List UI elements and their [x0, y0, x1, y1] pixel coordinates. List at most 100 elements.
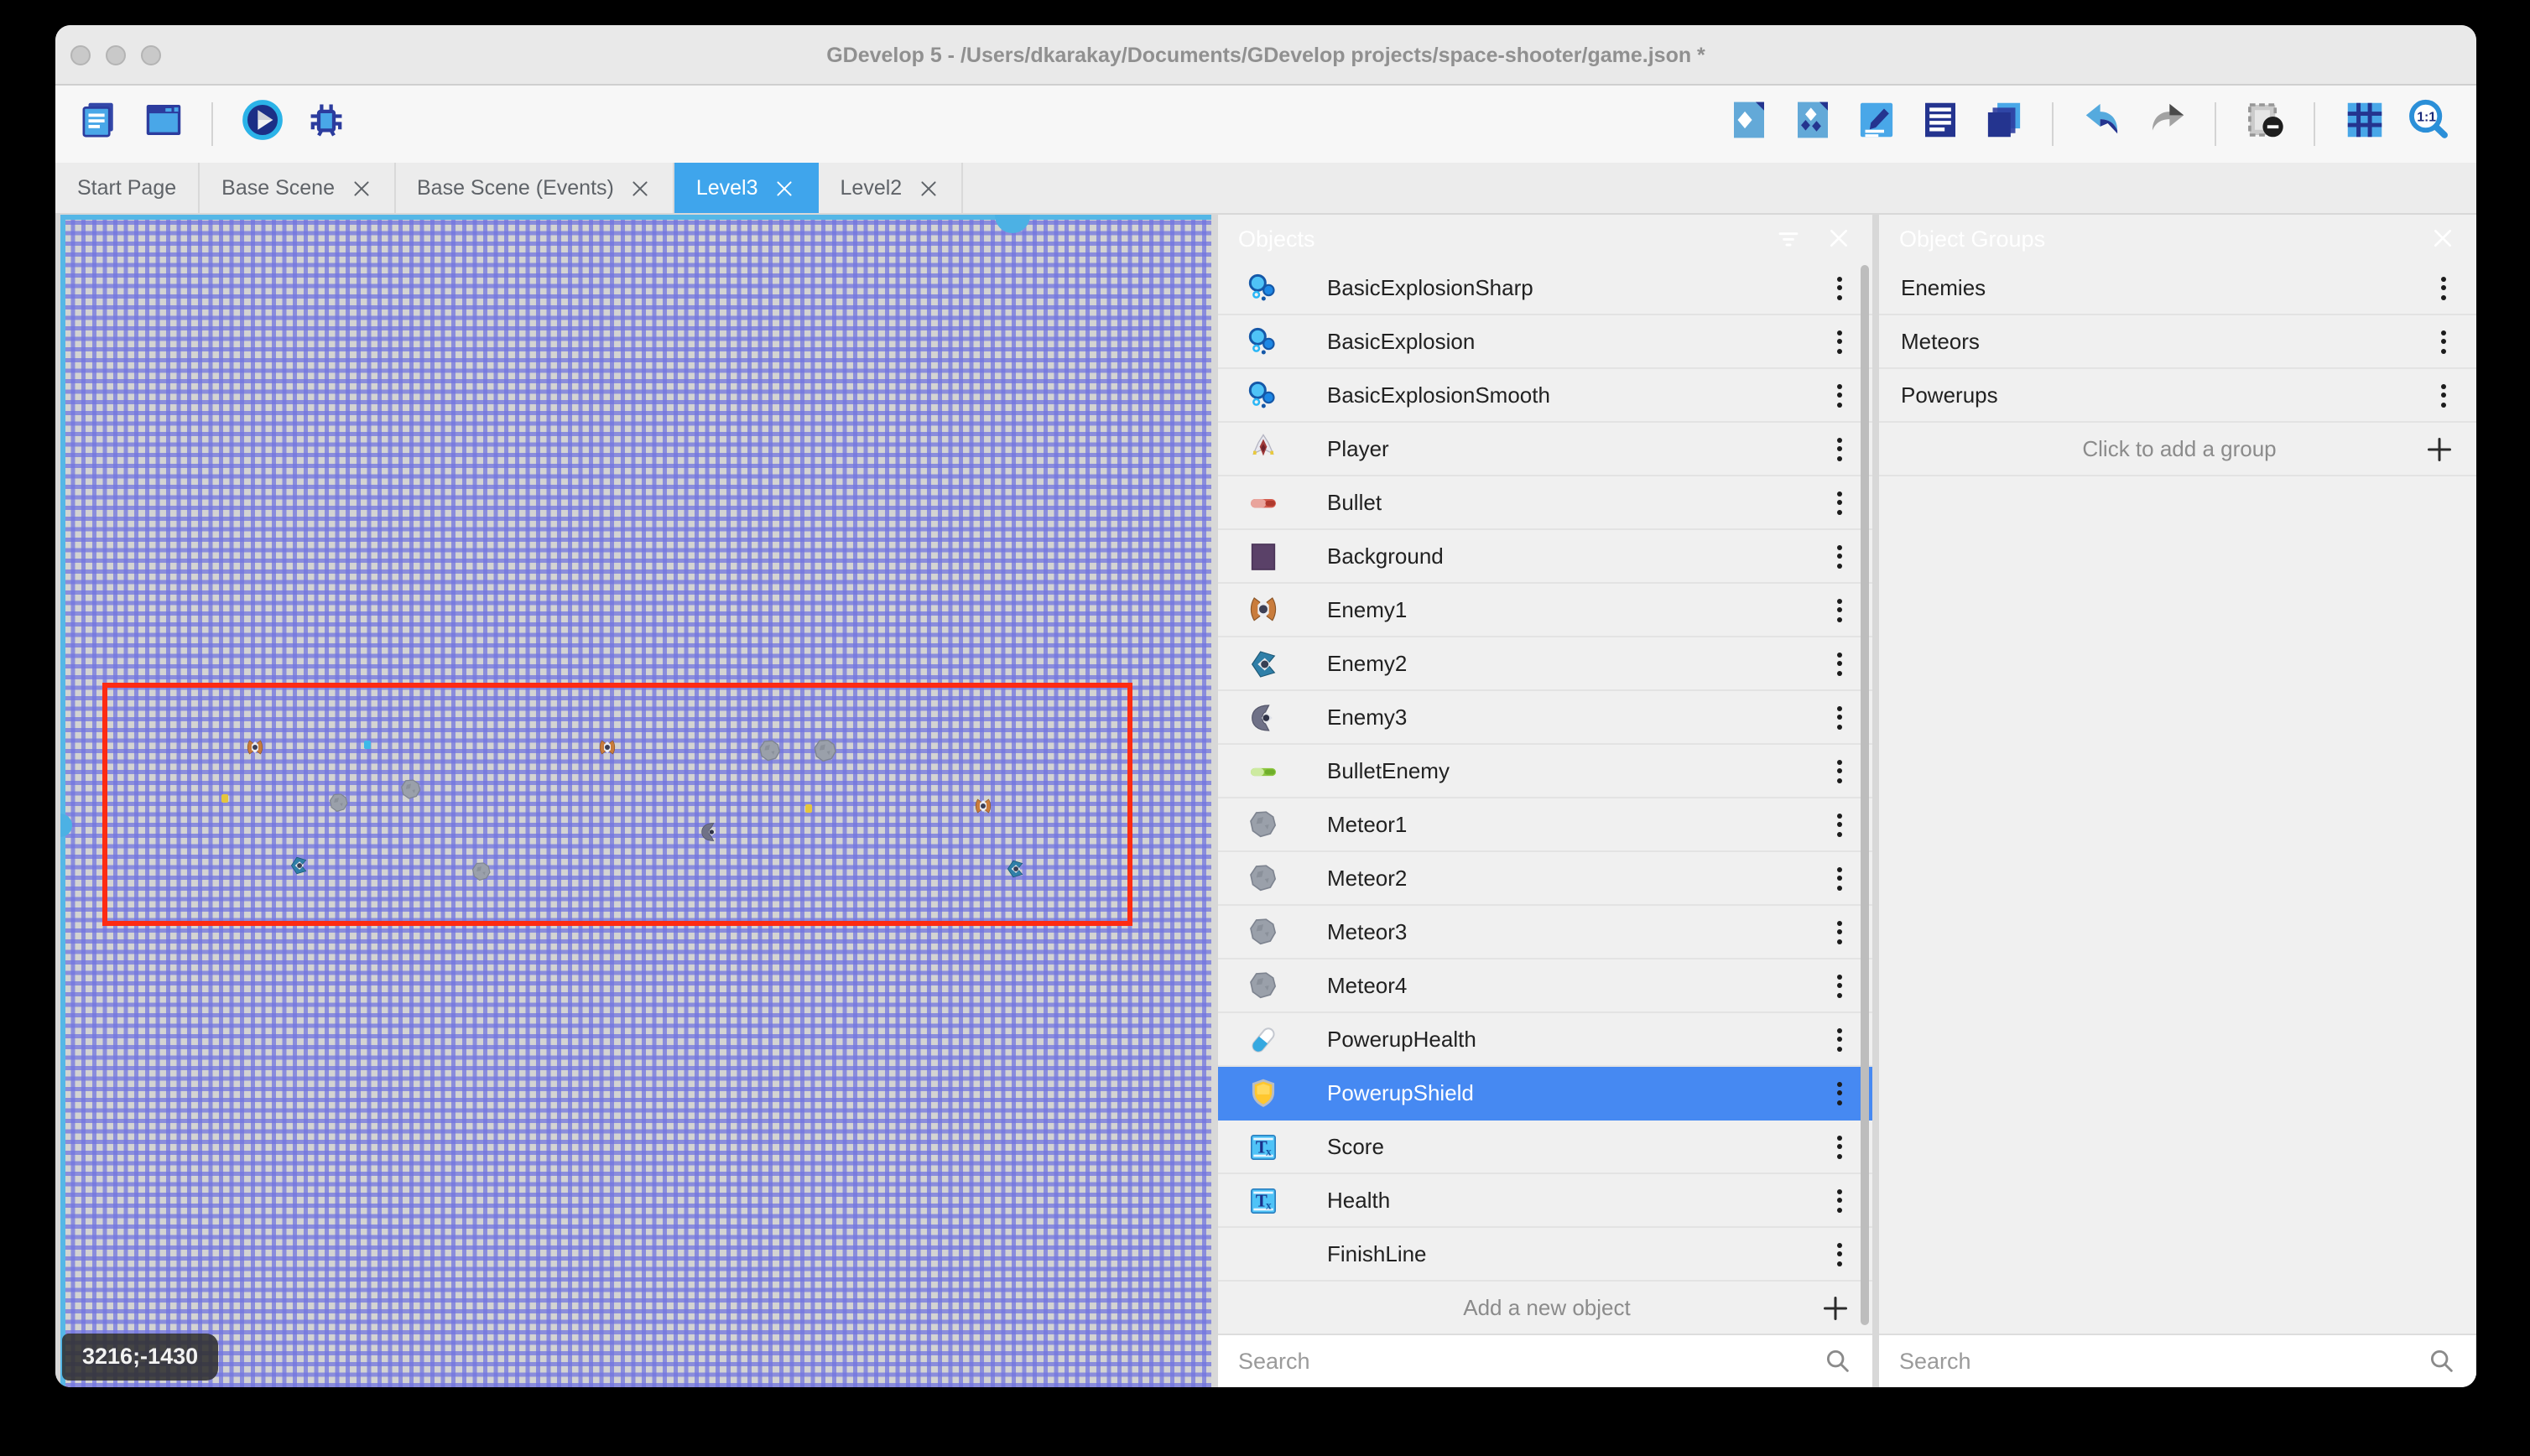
tab-bar: Start PageBase SceneBase Scene (Events)L… — [55, 163, 2476, 213]
object-row[interactable]: BasicExplosionSmooth — [1218, 369, 1872, 423]
tab-base-scene-events-[interactable]: Base Scene (Events) — [395, 163, 674, 213]
meteor-instance[interactable] — [755, 738, 785, 765]
vertical-scrollbar[interactable] — [60, 215, 65, 1387]
object-row[interactable]: BasicExplosionSharp — [1218, 262, 1872, 315]
tab-level2[interactable]: Level2 — [819, 163, 963, 213]
object-row[interactable]: TxHealth — [1218, 1174, 1872, 1228]
object-menu-button[interactable] — [1824, 373, 1856, 417]
objects-panel: Objects BasicExplosionSharpBasicExplosio… — [1218, 215, 1872, 1387]
group-row[interactable]: Enemies — [1879, 262, 2476, 315]
group-menu-button[interactable] — [2428, 266, 2460, 309]
window-mask-button[interactable] — [2240, 99, 2290, 149]
meteor-instance[interactable] — [810, 737, 841, 766]
close-icon[interactable] — [1825, 225, 1852, 252]
dot-yellow-instance[interactable] — [221, 794, 228, 803]
debug-button[interactable] — [300, 99, 351, 149]
redo-button[interactable] — [2141, 99, 2191, 149]
object-row[interactable]: TxScore — [1218, 1121, 1872, 1174]
object-groups-editor-icon — [1789, 97, 1835, 151]
tab-base-scene[interactable]: Base Scene — [200, 163, 395, 213]
group-menu-button[interactable] — [2428, 320, 2460, 363]
object-menu-button[interactable] — [1824, 1017, 1856, 1061]
vertical-scroll-thumb[interactable] — [60, 814, 72, 837]
layers-editor-button[interactable] — [1978, 99, 2028, 149]
objects-list-scrollbar[interactable] — [1861, 265, 1869, 1325]
object-menu-button[interactable] — [1824, 642, 1856, 685]
properties-button[interactable] — [1851, 99, 1901, 149]
object-row[interactable]: Bullet — [1218, 476, 1872, 530]
object-menu-button[interactable] — [1824, 481, 1856, 524]
meteor-instance[interactable] — [325, 792, 352, 815]
enemy3-instance[interactable] — [698, 820, 721, 844]
object-menu-button[interactable] — [1824, 749, 1856, 793]
object-menu-button[interactable] — [1824, 910, 1856, 954]
object-row[interactable]: Meteor4 — [1218, 959, 1872, 1013]
enemy2-instance[interactable] — [1004, 855, 1026, 882]
close-icon[interactable] — [629, 177, 651, 199]
meteor-instance[interactable] — [467, 861, 496, 884]
object-row[interactable]: Enemy2 — [1218, 637, 1872, 691]
zoom-1-1-button[interactable]: 1:1 — [2402, 99, 2453, 149]
close-icon[interactable] — [773, 177, 795, 199]
undo-button[interactable] — [2077, 99, 2127, 149]
object-row[interactable]: Player — [1218, 423, 1872, 476]
object-menu-button[interactable] — [1824, 266, 1856, 309]
object-menu-button[interactable] — [1824, 1125, 1856, 1168]
object-row[interactable]: Meteor2 — [1218, 852, 1872, 906]
object-row[interactable]: Meteor3 — [1218, 906, 1872, 959]
horizontal-scroll-thumb[interactable] — [995, 215, 1030, 233]
object-row[interactable]: PowerupShield — [1218, 1067, 1872, 1121]
scene-properties-icon — [140, 97, 185, 151]
grid-button[interactable] — [2339, 99, 2389, 149]
groups-search-input[interactable] — [1899, 1349, 2428, 1374]
group-row[interactable]: Powerups — [1879, 369, 2476, 423]
object-menu-button[interactable] — [1824, 1232, 1856, 1276]
object-menu-button[interactable] — [1824, 695, 1856, 739]
enemy1-instance[interactable] — [245, 735, 265, 762]
horizontal-scrollbar[interactable] — [60, 215, 1211, 219]
enemy1-instance[interactable] — [973, 793, 993, 820]
filter-icon[interactable] — [1775, 225, 1802, 252]
object-row[interactable]: FinishLine — [1218, 1228, 1872, 1282]
object-row[interactable]: Enemy1 — [1218, 584, 1872, 637]
object-row[interactable]: BulletEnemy — [1218, 745, 1872, 798]
tab-start-page[interactable]: Start Page — [55, 163, 200, 213]
object-menu-button[interactable] — [1824, 534, 1856, 578]
object-row[interactable]: BasicExplosion — [1218, 315, 1872, 369]
add-group-row[interactable]: Click to add a group — [1879, 423, 2476, 476]
instances-list-button[interactable] — [1914, 99, 1965, 149]
scene-canvas[interactable]: 3216;-1430 — [60, 215, 1211, 1387]
close-icon[interactable] — [917, 177, 939, 199]
close-icon[interactable] — [2429, 225, 2456, 252]
add-group-label: Click to add a group — [1879, 436, 2423, 461]
object-menu-button[interactable] — [1824, 320, 1856, 363]
play-button[interactable] — [237, 99, 287, 149]
object-menu-button[interactable] — [1824, 964, 1856, 1007]
enemy1-instance[interactable] — [597, 735, 617, 762]
add-object-row[interactable]: Add a new object — [1218, 1282, 1872, 1334]
enemy2-instance[interactable] — [288, 852, 310, 879]
object-row[interactable]: Enemy3 — [1218, 691, 1872, 745]
object-row[interactable]: PowerupHealth — [1218, 1013, 1872, 1067]
project-manager-button[interactable] — [74, 99, 124, 149]
objects-editor-button[interactable] — [1723, 99, 1773, 149]
object-menu-button[interactable] — [1824, 588, 1856, 632]
object-row[interactable]: Meteor1 — [1218, 798, 1872, 852]
object-menu-button[interactable] — [1824, 427, 1856, 471]
group-row[interactable]: Meteors — [1879, 315, 2476, 369]
object-row[interactable]: Background — [1218, 530, 1872, 584]
objects-panel-header: Objects — [1218, 215, 1872, 262]
dot-cyan-instance[interactable] — [364, 741, 371, 749]
objects-search-input[interactable] — [1238, 1349, 1824, 1374]
object-menu-button[interactable] — [1824, 1071, 1856, 1115]
scene-properties-button[interactable] — [138, 99, 188, 149]
dot-yellow-instance[interactable] — [805, 804, 812, 813]
object-groups-editor-button[interactable] — [1787, 99, 1837, 149]
close-icon[interactable] — [350, 177, 372, 199]
object-menu-button[interactable] — [1824, 856, 1856, 900]
meteor-instance[interactable] — [398, 776, 424, 804]
group-menu-button[interactable] — [2428, 373, 2460, 417]
object-menu-button[interactable] — [1824, 803, 1856, 846]
object-menu-button[interactable] — [1824, 1178, 1856, 1222]
tab-level3[interactable]: Level3 — [674, 163, 819, 213]
